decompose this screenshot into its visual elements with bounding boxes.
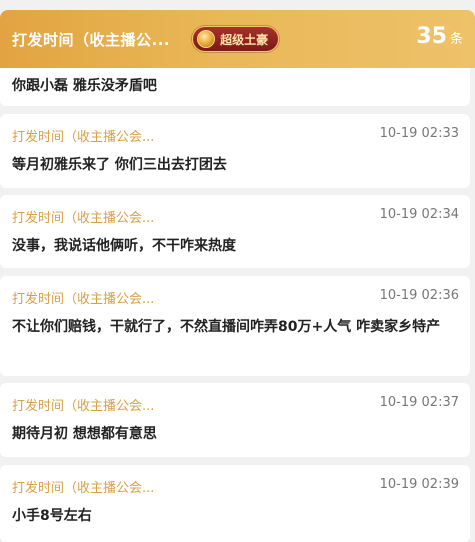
message-user[interactable]: 打发时间（收主播公会... (12, 477, 154, 496)
sticky-user-header[interactable]: 打发时间（收主播公... 超级土豪 35 条 (0, 10, 475, 68)
header-username[interactable]: 打发时间（收主播公... (12, 29, 170, 50)
message-time: 10-19 02:33 (379, 126, 459, 141)
message-count: 35 条 (416, 24, 463, 49)
message-text: 你跟小磊 雅乐没矛盾吧 (12, 78, 157, 94)
message-text: 等月初雅乐来了 你们三出去打团去 (12, 157, 227, 173)
message-time: 10-19 02:39 (379, 477, 459, 492)
message-text: 没事，我说话他俩听，不干咋来热度 (12, 238, 236, 254)
message-card-4[interactable]: 打发时间（收主播公会... 10-19 02:37 期待月初 想想都有意思 (0, 383, 470, 457)
message-card-5[interactable]: 打发时间（收主播公会... 10-19 02:39 小手8号左右 (0, 465, 470, 542)
message-text: 不让你们赔钱，干就行了，不然直播间咋弄80万+人气 咋卖家乡特产 (12, 319, 441, 335)
message-card-1[interactable]: 打发时间（收主播公会... 10-19 02:33 等月初雅乐来了 你们三出去打… (0, 114, 470, 188)
level-badge: 超级土豪 (192, 26, 280, 52)
badge-label: 超级土豪 (220, 32, 269, 47)
message-time: 10-19 02:36 (379, 288, 459, 303)
chat-history-screen: 你跟小磊 雅乐没矛盾吧 打发时间（收主播公会... 10-19 02:33 等月… (0, 0, 475, 542)
message-count-unit: 条 (449, 32, 463, 47)
gem-icon (197, 30, 216, 48)
message-text: 小手8号左右 (12, 508, 92, 524)
message-card-2[interactable]: 打发时间（收主播公会... 10-19 02:34 没事，我说话他俩听，不干咋来… (0, 195, 470, 268)
message-time: 10-19 02:37 (379, 395, 459, 410)
message-user[interactable]: 打发时间（收主播公会... (12, 288, 154, 307)
message-time: 10-19 02:34 (379, 207, 459, 222)
message-text: 期待月初 想想都有意思 (12, 426, 157, 442)
message-user[interactable]: 打发时间（收主播公会... (12, 207, 154, 226)
message-count-number: 35 (416, 24, 447, 49)
message-user[interactable]: 打发时间（收主播公会... (12, 126, 154, 145)
message-card-3[interactable]: 打发时间（收主播公会... 10-19 02:36 不让你们赔钱，干就行了，不然… (0, 276, 470, 376)
message-user[interactable]: 打发时间（收主播公会... (12, 395, 154, 414)
